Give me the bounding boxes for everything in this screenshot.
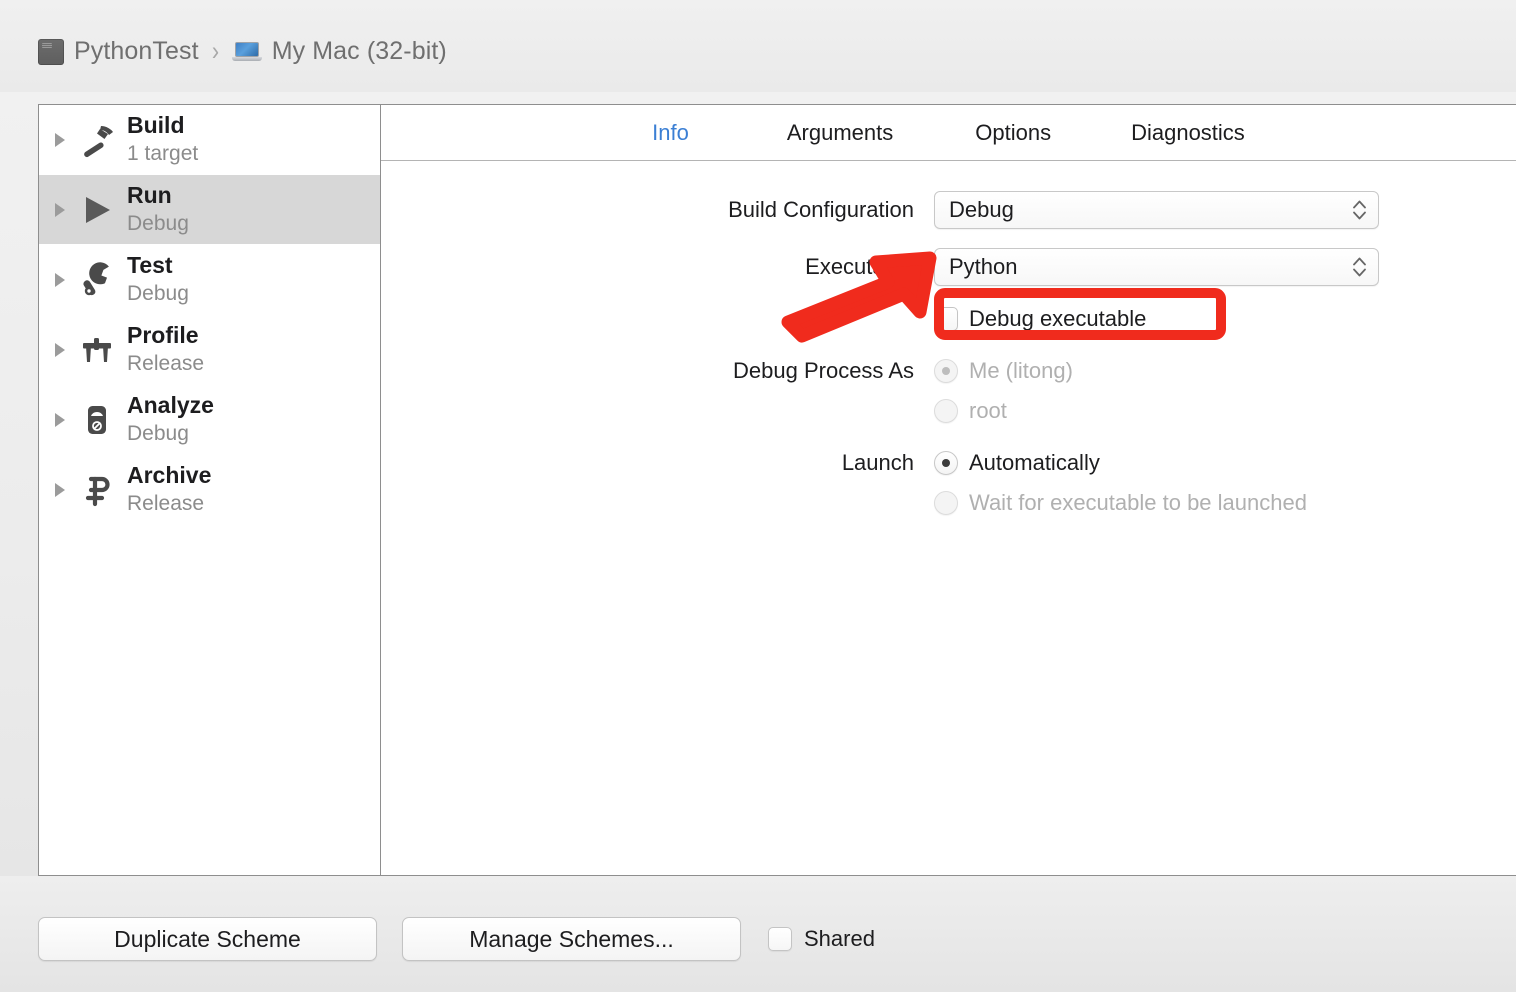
hammer-icon (76, 119, 118, 161)
launch-option-wait[interactable]: Wait for executable to be launched (934, 490, 1307, 516)
wrench-icon (76, 259, 118, 301)
sidebar-item-title: Profile (127, 322, 199, 349)
label-debug-process-as: Debug Process As (733, 358, 914, 383)
sidebar-item-title: Test (127, 252, 173, 279)
scheme-actions-sidebar: Build 1 target Run Debug Test Debug Prof… (38, 104, 380, 876)
build-configuration-value: Debug (949, 197, 1014, 222)
breadcrumb-separator: › (211, 36, 219, 66)
launch-wait-label: Wait for executable to be launched (969, 490, 1307, 515)
row-debug-process-as-root: root (381, 398, 1516, 424)
duplicate-scheme-button[interactable]: Duplicate Scheme (38, 917, 377, 961)
debug-process-as-root-label: root (969, 398, 1007, 423)
row-build-configuration: Build Configuration Debug (381, 191, 1516, 229)
row-launch: Launch Automatically (381, 450, 1516, 476)
radio-button-icon[interactable] (934, 359, 958, 383)
shared-checkbox[interactable]: Shared (768, 926, 875, 952)
sidebar-item-subtitle: Debug (127, 421, 189, 445)
tab-info[interactable]: Info (642, 120, 699, 146)
row-debug-process-as: Debug Process As Me (litong) (381, 358, 1516, 384)
sidebar-item-title: Run (127, 182, 172, 209)
tab-options[interactable]: Options (965, 120, 1061, 146)
manage-schemes-button[interactable]: Manage Schemes... (402, 917, 741, 961)
disclosure-triangle-icon[interactable] (55, 412, 65, 427)
sidebar-item-analyze[interactable]: Analyze Debug (39, 385, 380, 455)
row-executable: Executable Python (381, 248, 1516, 286)
sidebar-item-subtitle: Release (127, 491, 205, 515)
sidebar-item-subtitle: Release (127, 351, 205, 375)
sidebar-item-build[interactable]: Build 1 target (39, 105, 380, 175)
play-icon (76, 189, 118, 231)
project-icon (38, 38, 64, 65)
executable-value: Python (949, 254, 1018, 279)
breadcrumb-destination[interactable]: My Mac (32-bit) (272, 37, 447, 66)
checkbox-box-icon[interactable] (934, 307, 958, 331)
info-form: Build Configuration Debug Executable Pyt… (381, 161, 1516, 516)
sidebar-item-title: Analyze (127, 392, 214, 419)
disclosure-triangle-icon[interactable] (55, 342, 65, 357)
macbook-icon (231, 41, 262, 63)
launch-automatically-label: Automatically (969, 450, 1100, 475)
row-launch-wait: Wait for executable to be launched (381, 490, 1516, 516)
label-build-configuration: Build Configuration (728, 197, 914, 222)
launch-option-automatically[interactable]: Automatically (934, 450, 1100, 476)
sidebar-item-profile[interactable]: Profile Release (39, 315, 380, 385)
sidebar-item-subtitle: Debug (127, 211, 189, 235)
tab-diagnostics[interactable]: Diagnostics (1121, 120, 1255, 146)
debug-executable-checkbox[interactable]: Debug executable (934, 306, 1146, 332)
debug-process-as-option-root[interactable]: root (934, 398, 1007, 424)
scheme-editor-window: PythonTest › My Mac (32-bit) Build 1 tar… (0, 0, 1516, 992)
radio-button-icon[interactable] (934, 491, 958, 515)
tab-arguments[interactable]: Arguments (777, 120, 903, 146)
disclosure-triangle-icon[interactable] (55, 272, 65, 287)
debug-process-as-option-me[interactable]: Me (litong) (934, 358, 1073, 384)
caliper-icon (76, 329, 118, 371)
window-header: PythonTest › My Mac (32-bit) (0, 0, 1516, 92)
disclosure-triangle-icon[interactable] (55, 132, 65, 147)
debug-process-as-me-label: Me (litong) (969, 358, 1073, 383)
build-configuration-dropdown[interactable]: Debug (934, 191, 1379, 229)
sidebar-item-title: Archive (127, 462, 212, 489)
checkbox-box-icon[interactable] (768, 927, 792, 951)
stepper-chevrons-icon (1353, 257, 1366, 277)
executable-dropdown[interactable]: Python (934, 248, 1379, 286)
disclosure-triangle-icon[interactable] (55, 202, 65, 217)
radio-button-icon[interactable] (934, 451, 958, 475)
detail-tabbar: Info Arguments Options Diagnostics (381, 105, 1516, 161)
breadcrumb: PythonTest › My Mac (32-bit) (38, 36, 447, 67)
gauge-icon (76, 399, 118, 441)
shared-label: Shared (804, 926, 875, 951)
label-launch: Launch (841, 450, 914, 475)
disclosure-triangle-icon[interactable] (55, 482, 65, 497)
clamp-icon (76, 469, 118, 511)
sidebar-item-run[interactable]: Run Debug (39, 175, 380, 245)
stepper-chevrons-icon (1353, 200, 1366, 220)
row-debug-executable: Debug executable (381, 306, 1516, 332)
sidebar-item-archive[interactable]: Archive Release (39, 455, 380, 525)
scheme-detail-pane: Info Arguments Options Diagnostics Build… (380, 104, 1516, 876)
sidebar-item-subtitle: Debug (127, 281, 189, 305)
breadcrumb-project[interactable]: PythonTest (74, 37, 199, 66)
sidebar-item-title: Build (127, 112, 185, 139)
radio-button-icon[interactable] (934, 399, 958, 423)
label-executable: Executable (805, 254, 914, 279)
sidebar-item-test[interactable]: Test Debug (39, 245, 380, 315)
debug-executable-label: Debug executable (969, 306, 1147, 331)
sidebar-item-subtitle: 1 target (127, 141, 199, 165)
